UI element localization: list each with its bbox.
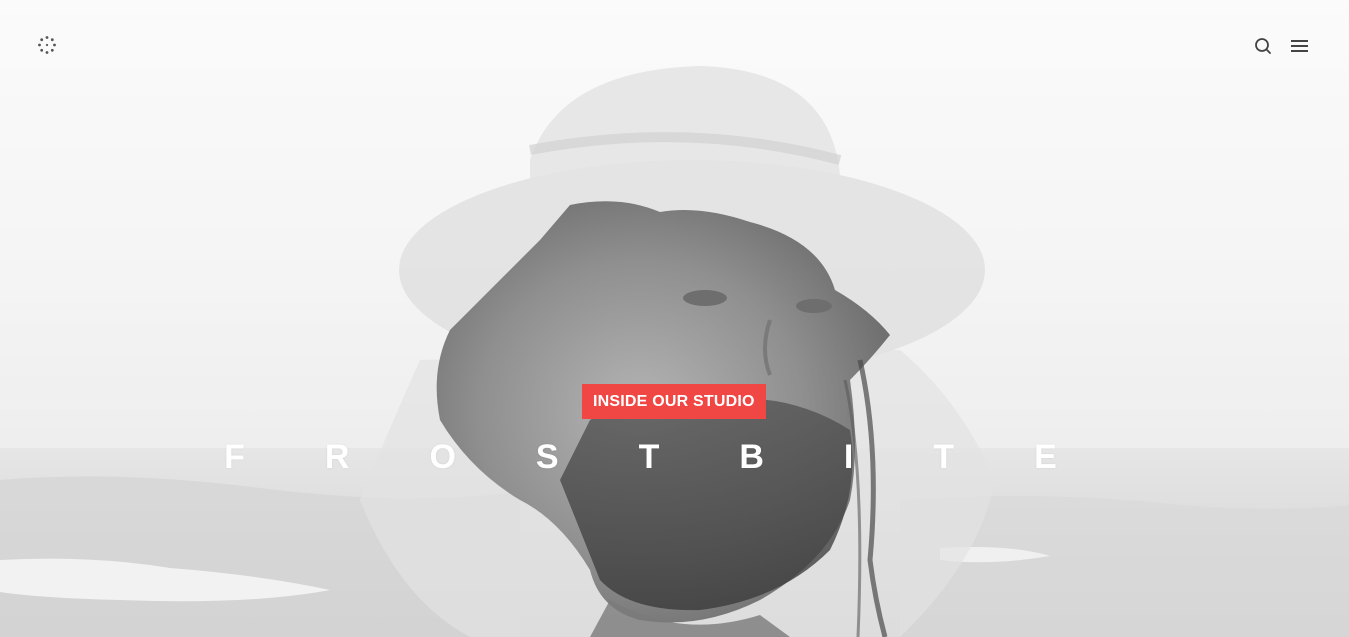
hero-section: INSIDE OUR STUDIO FROSTBITE xyxy=(0,0,1349,637)
logo-icon[interactable] xyxy=(37,35,57,55)
hero-title: FROSTBITE xyxy=(224,438,1137,476)
hero-title-wrapper: FROSTBITE xyxy=(0,438,1349,477)
header-icons xyxy=(1253,36,1309,56)
hamburger-menu-icon[interactable] xyxy=(1289,36,1309,56)
inside-our-studio-link[interactable]: INSIDE OUR STUDIO xyxy=(582,384,766,419)
search-icon[interactable] xyxy=(1253,36,1273,56)
hero-double-exposure-image xyxy=(0,66,1349,637)
